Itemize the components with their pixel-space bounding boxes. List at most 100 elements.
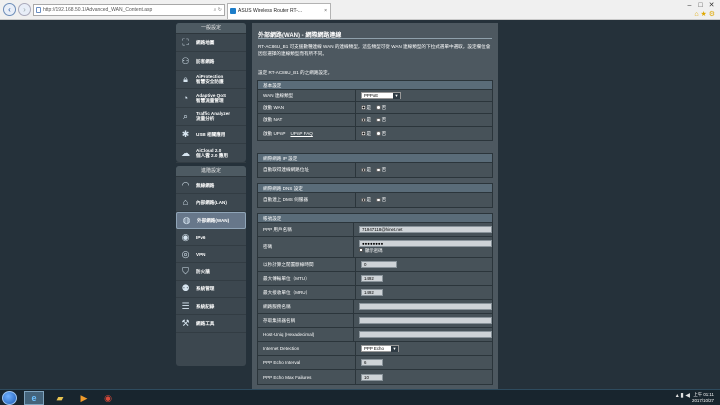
auto-dns-row: 自動連上 DMS 伺服器 是否	[258, 193, 492, 207]
intro-text-2: 設定 RT-AC86U_B1 的之網路設定。	[258, 70, 333, 75]
folder-icon[interactable]: ▰	[50, 391, 70, 405]
media-player-icon[interactable]: ▶	[74, 391, 94, 405]
sidebar-item-ipv6[interactable]: ◉ IPv6	[176, 229, 246, 247]
show-password-checkbox[interactable]	[359, 248, 363, 252]
system-tray-icons[interactable]: ▴ ▮ ◀︎	[676, 392, 690, 399]
auto-ip-no-radio[interactable]	[376, 167, 381, 173]
chrome-icon[interactable]: ◉	[98, 391, 118, 405]
search-refresh-icon[interactable]: ⌕ ↻	[214, 5, 222, 15]
host-uniq-input[interactable]	[359, 331, 492, 338]
internet-explorer-icon[interactable]: e	[24, 391, 44, 405]
analyzer-icon: ⌕	[182, 110, 189, 121]
maximize-icon[interactable]: □	[695, 2, 706, 9]
password-row: 密碼 ●●●●●●●● 顯示密碼	[258, 237, 492, 258]
mru-input[interactable]: 1492	[361, 289, 383, 296]
clock[interactable]: 上午 01:11 2017/10/27	[692, 392, 714, 403]
vpn-icon: ◎	[181, 248, 190, 259]
title-divider	[258, 38, 492, 39]
section-header: 帳號設定	[258, 214, 492, 223]
asus-favicon-icon	[230, 8, 236, 14]
clock-date: 2017/10/27	[692, 397, 714, 403]
sidebar-item-wireless[interactable]: ◠ 無線網路	[176, 177, 246, 195]
enable-wan-no-radio[interactable]	[376, 105, 381, 110]
upnp-faq-link[interactable]: UPnP FAQ	[290, 131, 312, 136]
wan-type-select[interactable]: PPPoE ▼	[361, 92, 401, 99]
service-name-input[interactable]	[359, 303, 492, 310]
sidebar-item-adaptive-qos[interactable]: ◔ Adaptive QoS 智慧流量管理	[176, 89, 246, 108]
service-name-row: 網路服務名稱	[258, 300, 492, 314]
taskbar: e ▰ ▶ ◉ ▴ ▮ ◀︎ 上午 01:11 2017/10/27	[0, 389, 720, 405]
enable-upnp-row: 啟動 UPnP UPnP FAQ 是否	[258, 127, 492, 140]
sidebar-item-administration[interactable]: ⚉ 系統管理	[176, 281, 246, 299]
intro-text: RT-AC86U_B1 可支援數種連線 WAN 的連線類型，這些類型可從 WAN…	[258, 44, 491, 56]
globe-icon: ◍	[182, 214, 191, 225]
enable-nat-no-radio[interactable]	[376, 117, 381, 123]
sidebar-item-usb[interactable]: ✱ USB 相關應用	[176, 126, 246, 145]
auto-ip-yes-radio[interactable]	[361, 167, 366, 173]
enable-wan-row: 啟動 WAN 是否	[258, 102, 492, 114]
address-url: http://192.168.50.1/Advanced_WAN_Content…	[43, 7, 153, 13]
guest-network-icon: ⚇	[181, 55, 190, 66]
username-input[interactable]: 71947118@hinet.net	[359, 226, 492, 233]
browser-tab[interactable]: ASUS Wireless Router RT-... ×	[227, 3, 331, 19]
sidebar-item-guest-network[interactable]: ⚇ 訪客網路	[176, 52, 246, 71]
sidebar-item-wan[interactable]: ◍ 外部網路(WAN)	[176, 211, 246, 229]
close-icon[interactable]: ✕	[706, 1, 717, 9]
auto-dns-no-radio[interactable]	[376, 197, 381, 203]
section-header: 網際網路 IP 設定	[258, 154, 492, 163]
sidebar-item-system-log[interactable]: ☰ 系統記錄	[176, 298, 246, 316]
home-star-gear-icon[interactable]: ⌂ ★ ⚙	[694, 10, 715, 18]
enable-nat-row: 啟動 NAT 是否	[258, 114, 492, 127]
tab-title: ASUS Wireless Router RT-...	[238, 8, 303, 14]
sidebar-item-network-map[interactable]: ⛶ 網路地圖	[176, 34, 246, 53]
forward-arrow-icon[interactable]: ›	[18, 3, 31, 16]
username-row: PPP 用戶名稱 71947118@hinet.net	[258, 223, 492, 237]
mtu-input[interactable]: 1492	[361, 275, 383, 282]
tab-close-icon[interactable]: ×	[324, 4, 327, 18]
gauge-icon: ◔	[182, 92, 189, 103]
echo-failures-input[interactable]: 10	[361, 373, 383, 381]
echo-interval-row: PPP Echo Interval 6	[258, 356, 492, 370]
enable-nat-yes-radio[interactable]	[361, 117, 366, 123]
chevron-down-icon: ▼	[391, 345, 398, 352]
section-header: 網際網路 DNS 設定	[258, 184, 492, 193]
window-controls: – □ ✕	[684, 1, 717, 9]
browser-chrome: ‹ › http://192.168.50.1/Advanced_WAN_Con…	[0, 0, 720, 20]
minimize-icon[interactable]: –	[684, 2, 695, 9]
idle-row: 以秒計算之閒置斷線時間 0	[258, 258, 492, 272]
mru-row: 最大接收單位（MRU） 1492	[258, 286, 492, 300]
back-arrow-icon[interactable]: ‹	[3, 3, 16, 16]
sidebar-item-firewall[interactable]: ⛉ 防火牆	[176, 263, 246, 281]
enable-upnp-yes-radio[interactable]	[361, 131, 366, 136]
start-button-icon[interactable]	[2, 391, 17, 405]
auto-ip-row: 自動取得連線網路位址 是否	[258, 163, 492, 177]
access-concentrator-input[interactable]	[359, 317, 492, 324]
sidebar-item-traffic-analyzer[interactable]: ⌕ Traffic Analyzer 流量分析	[176, 108, 246, 126]
enable-wan-yes-radio[interactable]	[361, 105, 366, 110]
wan-type-row: WAN 連線類型 PPPoE ▼	[258, 90, 492, 102]
enable-upnp-no-radio[interactable]	[376, 131, 381, 136]
page-icon	[36, 7, 41, 13]
address-bar[interactable]: http://192.168.50.1/Advanced_WAN_Content…	[33, 4, 225, 16]
mtu-row: 最大傳輸單位（MTU） 1492	[258, 272, 492, 286]
log-icon: ☰	[181, 300, 190, 311]
router-page: 一般設定 ⛶ 網路地圖 ⚇ 訪客網路 🔒︎ AiProtection 智慧安全防護 ◔…	[0, 20, 720, 389]
idle-input[interactable]: 0	[361, 261, 397, 268]
network-map-icon: ⛶	[182, 37, 189, 48]
general-menu-header: 一般設定	[176, 23, 246, 34]
auto-dns-yes-radio[interactable]	[361, 197, 366, 203]
sidebar-item-aiprotection[interactable]: 🔒︎ AiProtection 智慧安全防護	[176, 71, 246, 90]
access-concentrator-row: 存取集訊器名稱	[258, 314, 492, 328]
wifi-icon: ◠	[181, 179, 190, 190]
advanced-menu-header: 進階設定	[176, 166, 246, 177]
password-input[interactable]: ●●●●●●●●	[359, 240, 492, 247]
echo-interval-input[interactable]: 6	[361, 359, 383, 366]
wan-dns-section: 網際網路 DNS 設定 自動連上 DMS 伺服器 是否	[257, 183, 493, 208]
sidebar-item-lan[interactable]: ⌂ 內部網路(LAN)	[176, 194, 246, 212]
host-uniq-row: Host-Uniq (Hexadecimal)	[258, 328, 492, 342]
sidebar-item-vpn[interactable]: ◎ VPN	[176, 246, 246, 264]
user-admin-icon: ⚉	[181, 283, 190, 294]
sidebar-item-network-tools[interactable]: ⚒ 網路工具	[176, 315, 246, 333]
internet-detection-select[interactable]: PPP Echo ▼	[361, 345, 399, 352]
sidebar-item-aicloud[interactable]: ☁ AiCloud 2.0 個人雲 2.0 應用	[176, 144, 246, 163]
